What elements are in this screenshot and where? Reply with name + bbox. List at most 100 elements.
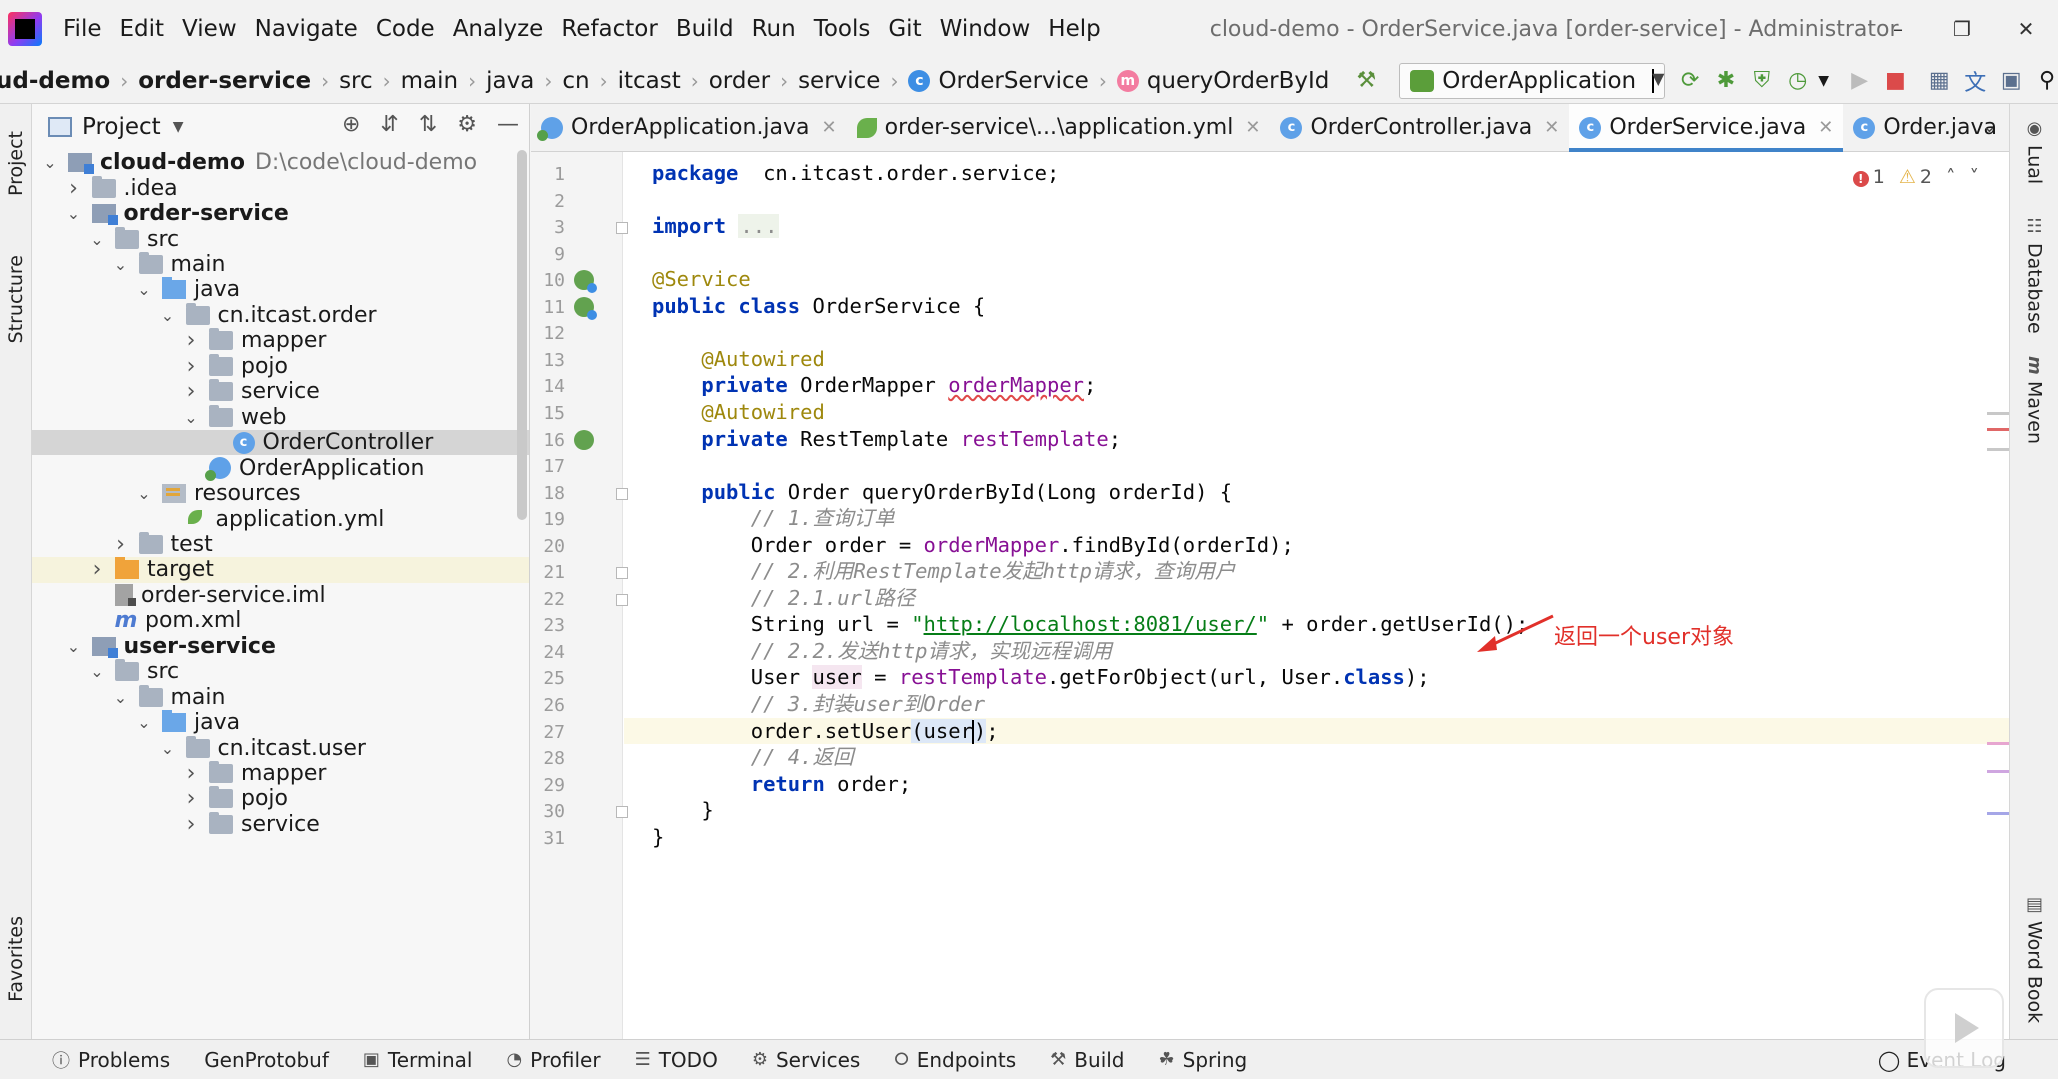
tool-terminal[interactable]: ▣ Terminal bbox=[363, 1048, 473, 1072]
menu-git[interactable]: Git bbox=[879, 16, 930, 42]
tree-item[interactable]: › pojo bbox=[32, 786, 529, 811]
gear-icon[interactable]: ⚙ bbox=[457, 112, 477, 137]
chevron-right-icon[interactable]: › bbox=[85, 557, 109, 582]
menu-window[interactable]: Window bbox=[931, 16, 1040, 42]
chevron-down-icon[interactable]: ▼ bbox=[1813, 66, 1835, 96]
tree-item[interactable]: ⌄ src bbox=[32, 226, 529, 252]
tree-item[interactable]: › mapper bbox=[32, 328, 529, 353]
debug-icon[interactable]: ✱ bbox=[1715, 66, 1737, 96]
chevron-right-icon[interactable]: › bbox=[179, 812, 203, 837]
project-structure-icon[interactable]: ▦ bbox=[1928, 66, 1950, 96]
collapse-all-icon[interactable]: ⇅ bbox=[419, 112, 437, 137]
menu-code[interactable]: Code bbox=[367, 16, 444, 42]
tree-item[interactable]: › service bbox=[32, 379, 529, 404]
chevron-right-icon[interactable]: › bbox=[179, 761, 203, 786]
tab-word-book[interactable]: ▤ Word Book bbox=[2010, 894, 2058, 1023]
tree-item[interactable]: ⌄ java bbox=[32, 277, 529, 302]
run-configuration-selector[interactable]: OrderApplication ▼ bbox=[1399, 62, 1666, 99]
tree-item[interactable]: application.yml bbox=[32, 506, 529, 532]
layout-icon[interactable]: ▣ bbox=[2000, 66, 2022, 96]
tree-item[interactable]: › test bbox=[32, 531, 529, 557]
breadcrumb-item[interactable]: java bbox=[486, 68, 534, 94]
tree-item[interactable]: › .idea bbox=[32, 175, 529, 201]
inspection-widget[interactable]: ! 1 ⚠ 2 ˄ ˅ bbox=[1852, 166, 1979, 188]
tree-item[interactable]: ⌄ cn.itcast.order bbox=[32, 302, 529, 328]
editor-tab[interactable]: order-service\...\application.yml ✕ bbox=[847, 104, 1271, 152]
chevron-down-icon[interactable]: ⌄ bbox=[109, 255, 133, 274]
tree-item[interactable]: ⌄ cloud-demo D:\code\cloud-demo bbox=[32, 150, 529, 175]
chevron-right-icon[interactable]: › bbox=[179, 379, 203, 404]
expand-all-icon[interactable]: ⇵ bbox=[380, 112, 398, 137]
tab-structure[interactable]: Structure bbox=[0, 234, 32, 364]
breadcrumb-item[interactable]: c OrderService bbox=[908, 68, 1089, 94]
tree-item[interactable]: ⌄ src bbox=[32, 659, 529, 684]
tab-database[interactable]: ☷ Database bbox=[2010, 216, 2058, 334]
tool-build[interactable]: ⚒ Build bbox=[1050, 1048, 1124, 1072]
chevron-right-icon[interactable]: › bbox=[62, 176, 86, 201]
chevron-down-icon[interactable]: ⌄ bbox=[38, 153, 62, 172]
tree-item[interactable]: › target bbox=[32, 557, 529, 583]
tab-lual[interactable]: ◉ Lual bbox=[2010, 118, 2058, 184]
chevron-down-icon[interactable]: ⌄ bbox=[132, 280, 156, 299]
tab-project[interactable]: Project bbox=[0, 114, 32, 214]
menu-tools[interactable]: Tools bbox=[805, 16, 880, 42]
menu-file[interactable]: File bbox=[54, 16, 111, 42]
close-icon[interactable]: ✕ bbox=[1544, 117, 1559, 138]
project-title[interactable]: Project bbox=[82, 114, 161, 140]
chevron-right-icon[interactable]: › bbox=[179, 354, 203, 379]
chevron-down-icon[interactable]: ⌄ bbox=[62, 637, 86, 656]
tab-maven[interactable]: m Maven bbox=[2010, 356, 2058, 444]
chevron-right-icon[interactable]: › bbox=[179, 328, 203, 353]
chevron-up-icon[interactable]: ˄ bbox=[1946, 166, 1956, 188]
breadcrumb-item[interactable]: order-service bbox=[138, 68, 311, 94]
tree-item[interactable]: › service bbox=[32, 811, 529, 837]
code-editor[interactable]: package cn.itcast.order.service; import .… bbox=[624, 152, 2009, 1039]
tool-profiler[interactable]: ◔ Profiler bbox=[506, 1048, 600, 1072]
profile-icon[interactable]: ◷ bbox=[1787, 66, 1809, 96]
chevron-down-icon[interactable]: ⌄ bbox=[62, 204, 86, 223]
tree-item[interactable]: order-service.iml bbox=[32, 583, 529, 608]
menu-navigate[interactable]: Navigate bbox=[246, 16, 367, 42]
editor-tab[interactable]: OrderApplication.java ✕ bbox=[531, 104, 847, 152]
menu-view[interactable]: View bbox=[173, 16, 246, 42]
tree-item[interactable]: ⌄ user-service bbox=[32, 634, 529, 659]
menu-build[interactable]: Build bbox=[667, 16, 743, 42]
tree-item[interactable]: ⌄ main bbox=[32, 252, 529, 277]
run-icon[interactable]: ▶ bbox=[1849, 66, 1871, 96]
tree-item[interactable]: ⌄ main bbox=[32, 684, 529, 710]
stop-icon[interactable]: ■ bbox=[1884, 66, 1906, 96]
tab-favorites[interactable]: Favorites bbox=[0, 904, 32, 1014]
chevron-right-icon[interactable]: › bbox=[179, 786, 203, 811]
chevron-down-icon[interactable]: ⌄ bbox=[156, 739, 180, 758]
chevron-down-icon[interactable]: ⌄ bbox=[156, 306, 180, 325]
error-stripe[interactable] bbox=[1987, 152, 2009, 1039]
tree-item[interactable]: ⌄ web bbox=[32, 404, 529, 430]
tree-item[interactable]: OrderApplication bbox=[32, 455, 529, 482]
breadcrumb-item[interactable]: src bbox=[339, 68, 373, 94]
chevron-down-icon[interactable]: ⌄ bbox=[132, 713, 156, 732]
hide-icon[interactable]: — bbox=[497, 112, 519, 137]
tool-services[interactable]: ⚙ Services bbox=[752, 1048, 860, 1072]
tree-item[interactable]: ⌄ order-service bbox=[32, 201, 529, 226]
minimize-icon[interactable]: – bbox=[1866, 0, 1930, 58]
menu-run[interactable]: Run bbox=[743, 16, 805, 42]
close-icon[interactable]: ✕ bbox=[1818, 117, 1833, 138]
breadcrumb-item[interactable]: ud-demo bbox=[0, 68, 110, 94]
tool-endpoints[interactable]: ⭘ Endpoints bbox=[894, 1048, 1016, 1072]
tree-item[interactable]: m pom.xml bbox=[32, 608, 529, 633]
breadcrumb-item[interactable]: m queryOrderById bbox=[1116, 68, 1329, 94]
spring-bean-gutter-icon[interactable] bbox=[574, 429, 594, 450]
menu-refactor[interactable]: Refactor bbox=[552, 16, 666, 42]
spring-bean-gutter-icon[interactable] bbox=[574, 296, 597, 320]
chevron-down-icon[interactable]: ⌄ bbox=[179, 408, 203, 427]
tree-item[interactable]: ⌄ cn.itcast.user bbox=[32, 735, 529, 761]
chevron-down-icon[interactable]: ⌄ bbox=[1982, 116, 1997, 137]
chevron-down-icon[interactable]: ⌄ bbox=[109, 688, 133, 707]
search-icon[interactable]: ⚲ bbox=[2036, 66, 2058, 96]
tree-item[interactable]: › mapper bbox=[32, 761, 529, 786]
tool-problems[interactable]: ⓘ Problems bbox=[52, 1047, 170, 1073]
tree-item[interactable]: ⌄ resources bbox=[32, 481, 529, 506]
tool-spring[interactable]: ☘ Spring bbox=[1159, 1048, 1248, 1072]
tree-item[interactable]: ⌄ java bbox=[32, 710, 529, 735]
chevron-down-icon[interactable]: ▼ bbox=[173, 119, 184, 135]
